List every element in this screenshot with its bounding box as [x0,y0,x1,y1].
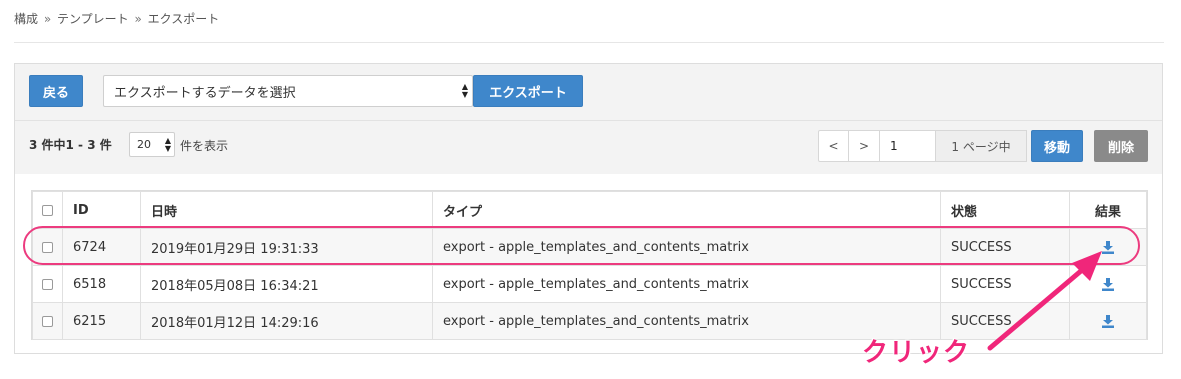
row-checkbox-cell [32,228,63,266]
row-type: export - apple_templates_and_contents_ma… [432,265,941,303]
prev-page-button[interactable]: < [818,130,849,162]
next-page-button[interactable]: > [848,130,880,162]
column-header-datetime[interactable]: 日時 [140,191,433,229]
row-checkbox[interactable] [42,315,53,327]
breadcrumb-separator: » [134,12,142,26]
row-id: 6518 [62,265,141,303]
select-arrows-icon: ▲ ▼ [164,136,171,153]
row-checkbox[interactable] [42,278,53,290]
row-datetime: 2018年05月08日 16:34:21 [140,265,433,303]
page-number-input[interactable]: 1 [879,130,936,162]
breadcrumb-separator: » [43,12,52,26]
select-all-checkbox[interactable] [42,204,53,216]
delete-button[interactable]: 削除 [1094,130,1148,162]
result-count: 3 件中1 - 3 件 [29,138,112,152]
row-checkbox-cell [32,302,63,340]
select-all-cell [32,191,63,229]
table-header-row: ID 日時 タイプ 状態 結果 [32,191,1147,229]
page-total-label: 1 ページ中 [935,130,1027,162]
export-data-select-value: エクスポートするデータを選択 [114,85,296,101]
breadcrumb-item-templates[interactable]: テンプレート [57,12,129,26]
click-annotation-label: クリック [862,338,971,368]
export-button[interactable]: エクスポート [473,75,583,107]
row-datetime: 2019年01月29日 19:31:33 [140,228,433,266]
column-header-id[interactable]: ID [62,191,141,229]
row-checkbox[interactable] [42,241,53,253]
divider [14,42,1164,43]
row-datetime: 2018年01月12日 14:29:16 [140,302,433,340]
row-id: 6724 [62,228,141,266]
column-header-type[interactable]: タイプ [432,191,941,229]
breadcrumb: 構成 » テンプレート » エクスポート [14,10,219,27]
toolbar: 戻る エクスポートするデータを選択 ▲ ▼ エクスポート [15,64,1162,121]
per-page-value: 20 [137,138,151,151]
per-page-label: 件を表示 [180,139,229,153]
row-type: export - apple_templates_and_contents_ma… [432,228,941,266]
per-page-select[interactable]: 20 ▲ ▼ [129,132,175,157]
row-checkbox-cell [32,265,63,303]
row-id: 6215 [62,302,141,340]
move-page-button[interactable]: 移動 [1031,130,1083,162]
export-data-select[interactable]: エクスポートするデータを選択 ▲ ▼ [103,75,473,107]
column-header-result: 結果 [1069,191,1147,229]
column-header-status[interactable]: 状態 [940,191,1070,229]
breadcrumb-item-config[interactable]: 構成 [14,12,38,26]
breadcrumb-item-export: エクスポート [147,12,220,26]
annotation-arrow-icon [987,251,1102,351]
select-arrows-icon: ▲ ▼ [461,82,468,99]
back-button[interactable]: 戻る [29,75,83,107]
